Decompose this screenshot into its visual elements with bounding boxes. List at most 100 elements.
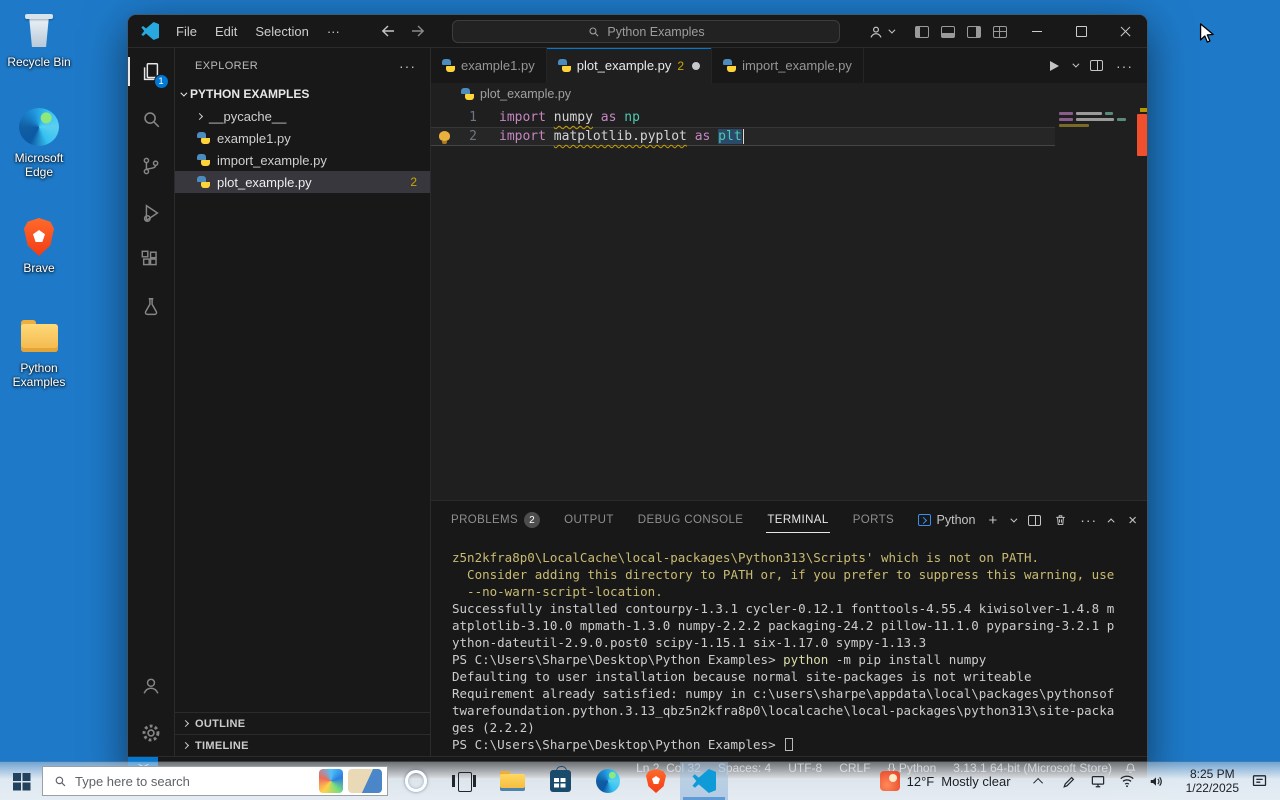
code-line-2[interactable]: 2 import matplotlib.pyplot as plt xyxy=(431,127,1055,146)
timeline-section-header[interactable]: TIMELINE xyxy=(175,734,430,756)
account-menu[interactable] xyxy=(868,24,896,40)
panel-tab-problems[interactable]: PROBLEMS 2 xyxy=(439,501,552,539)
split-terminal-icon[interactable] xyxy=(1028,514,1042,526)
lightbulb-icon[interactable] xyxy=(439,131,450,144)
taskbar-brave-icon[interactable] xyxy=(632,762,680,800)
search-highlight-icon[interactable] xyxy=(319,769,343,793)
desktop-icon-pyfolder[interactable]: Python Examples xyxy=(2,316,76,389)
split-editor-icon[interactable] xyxy=(1090,60,1103,71)
desktop-icon-recycle[interactable]: Recycle Bin xyxy=(2,10,76,69)
panel-tab-output[interactable]: OUTPUT xyxy=(552,501,626,539)
terminal-output[interactable]: z5n2kfra8p0\LocalCache\local-packages\Py… xyxy=(431,539,1147,756)
toggle-secondary-sidebar-icon[interactable] xyxy=(967,25,981,38)
file-item-example1-py[interactable]: example1.py xyxy=(175,127,430,149)
run-dropdown-chevron-icon[interactable] xyxy=(1072,60,1080,68)
weather-widget[interactable]: 12°F Mostly clear xyxy=(879,771,1011,791)
back-arrow-icon[interactable] xyxy=(379,24,395,38)
extensions-activity-icon[interactable] xyxy=(128,236,175,283)
code-line-1[interactable]: 1 import numpy as np xyxy=(431,108,1055,127)
kill-terminal-trash-icon[interactable] xyxy=(1054,513,1067,527)
terminal-line: z5n2kfra8p0\LocalCache\local-packages\Py… xyxy=(452,550,1039,565)
terminal-cursor xyxy=(785,738,794,751)
panel-more-actions-icon[interactable]: ··· xyxy=(1080,513,1097,527)
system-tray: 12°F Mostly clear 8:25 PM 1/22/2025 xyxy=(879,762,1280,800)
close-panel-icon[interactable]: × xyxy=(1128,512,1137,529)
code-editor[interactable]: 1 import numpy as np 2 import matplotlib.py… xyxy=(431,105,1147,500)
recycle-icon xyxy=(17,10,61,52)
menu-selection[interactable]: Selection xyxy=(246,15,317,48)
search-input[interactable] xyxy=(75,773,319,789)
taskbar-cortana-icon[interactable] xyxy=(392,762,440,800)
file-item-plot-example-py[interactable]: plot_example.py 2 xyxy=(175,171,430,193)
desktop-icon-brave[interactable]: Brave xyxy=(2,216,76,275)
start-button[interactable] xyxy=(0,762,42,800)
run-debug-activity-icon[interactable] xyxy=(128,189,175,236)
action-center-icon[interactable] xyxy=(1251,773,1268,789)
panel-tab-terminal[interactable]: TERMINAL xyxy=(755,501,840,539)
search-activity-icon[interactable] xyxy=(128,95,175,142)
taskbar-edge-icon[interactable] xyxy=(584,762,632,800)
menu-file[interactable]: File xyxy=(167,15,206,48)
workspace-root-row[interactable]: PYTHON EXAMPLES xyxy=(175,83,430,105)
wifi-network-icon[interactable] xyxy=(1119,774,1135,788)
tab-example1-py[interactable]: example1.py xyxy=(431,48,547,83)
account-activity-icon[interactable] xyxy=(128,662,175,709)
tab-label: plot_example.py xyxy=(576,58,672,73)
customize-layout-icon[interactable] xyxy=(993,25,1007,38)
file-item-import-example-py[interactable]: import_example.py xyxy=(175,149,430,171)
taskbar-search[interactable] xyxy=(42,766,388,796)
git-branch-icon xyxy=(143,157,159,174)
breadcrumb[interactable]: plot_example.py xyxy=(431,83,1147,105)
forward-arrow-icon[interactable] xyxy=(411,24,427,38)
close-icon xyxy=(1119,25,1132,38)
new-terminal-icon[interactable]: + xyxy=(988,513,997,528)
line-number: 2 xyxy=(469,129,477,144)
testing-activity-icon[interactable] xyxy=(128,283,175,330)
search-highlight-icon[interactable] xyxy=(348,769,382,793)
taskbar-task-view-icon[interactable] xyxy=(440,762,488,800)
taskbar-file-explorer-icon[interactable] xyxy=(488,762,536,800)
windows-ink-pen-icon[interactable] xyxy=(1062,774,1077,789)
taskbar-store-icon[interactable] xyxy=(536,762,584,800)
maximize-panel-chevron-icon[interactable] xyxy=(1107,517,1115,525)
minimize-button[interactable] xyxy=(1015,15,1059,48)
terminal-dropdown-chevron-icon[interactable] xyxy=(1010,515,1018,523)
minimap[interactable] xyxy=(1059,107,1131,177)
command-center-search[interactable]: Python Examples xyxy=(452,20,840,43)
explorer-more-actions-icon[interactable]: ··· xyxy=(399,58,416,74)
settings-activity-icon[interactable] xyxy=(128,709,175,756)
menu-more[interactable]: ··· xyxy=(318,15,349,48)
command-center-text: Python Examples xyxy=(607,24,705,39)
file-item-pycache[interactable]: __pycache__ xyxy=(175,105,430,127)
panel-tab-debug-console[interactable]: DEBUG CONSOLE xyxy=(626,501,756,539)
editor-caret xyxy=(742,129,745,144)
display-monitor-icon[interactable] xyxy=(1090,774,1106,789)
toggle-primary-sidebar-icon[interactable] xyxy=(915,25,929,38)
desktop-icon-edge[interactable]: Microsoft Edge xyxy=(2,106,76,179)
panel-tab-ports[interactable]: PORTS xyxy=(841,501,906,539)
weather-condition: Mostly clear xyxy=(941,773,1011,789)
volume-speaker-icon[interactable] xyxy=(1148,774,1164,789)
menu-edit[interactable]: Edit xyxy=(206,15,246,48)
cortana-icon xyxy=(405,770,427,792)
python-file-icon xyxy=(461,87,474,101)
toggle-panel-icon[interactable] xyxy=(941,25,955,38)
tab-plot-example-py[interactable]: plot_example.py 2 xyxy=(546,48,713,83)
run-python-file-icon[interactable] xyxy=(1050,60,1059,71)
panel-tab-list: PROBLEMS 2 OUTPUT DEBUG CONSOLE TERMINAL PORT… xyxy=(439,501,906,539)
chevron-right-icon xyxy=(181,719,190,728)
source-control-activity-icon[interactable] xyxy=(128,142,175,189)
tab-import-example-py[interactable]: import_example.py xyxy=(712,48,864,83)
outline-section-header[interactable]: OUTLINE xyxy=(175,712,430,734)
terminal-profile[interactable]: Python xyxy=(917,513,975,527)
close-window-button[interactable] xyxy=(1103,15,1147,48)
maximize-button[interactable] xyxy=(1059,15,1103,48)
editor-more-actions-icon[interactable]: ··· xyxy=(1116,59,1133,73)
show-hidden-icons-chevron[interactable] xyxy=(1032,777,1043,788)
tab-label: example1.py xyxy=(461,58,535,73)
explorer-activity-icon[interactable]: 1 xyxy=(127,48,175,95)
clock[interactable]: 8:25 PM 1/22/2025 xyxy=(1186,767,1239,795)
taskbar-vscode-icon[interactable] xyxy=(680,762,728,800)
activity-bar: 1 xyxy=(127,48,175,756)
titlebar[interactable]: File Edit Selection ··· Python Examples xyxy=(128,15,1147,48)
